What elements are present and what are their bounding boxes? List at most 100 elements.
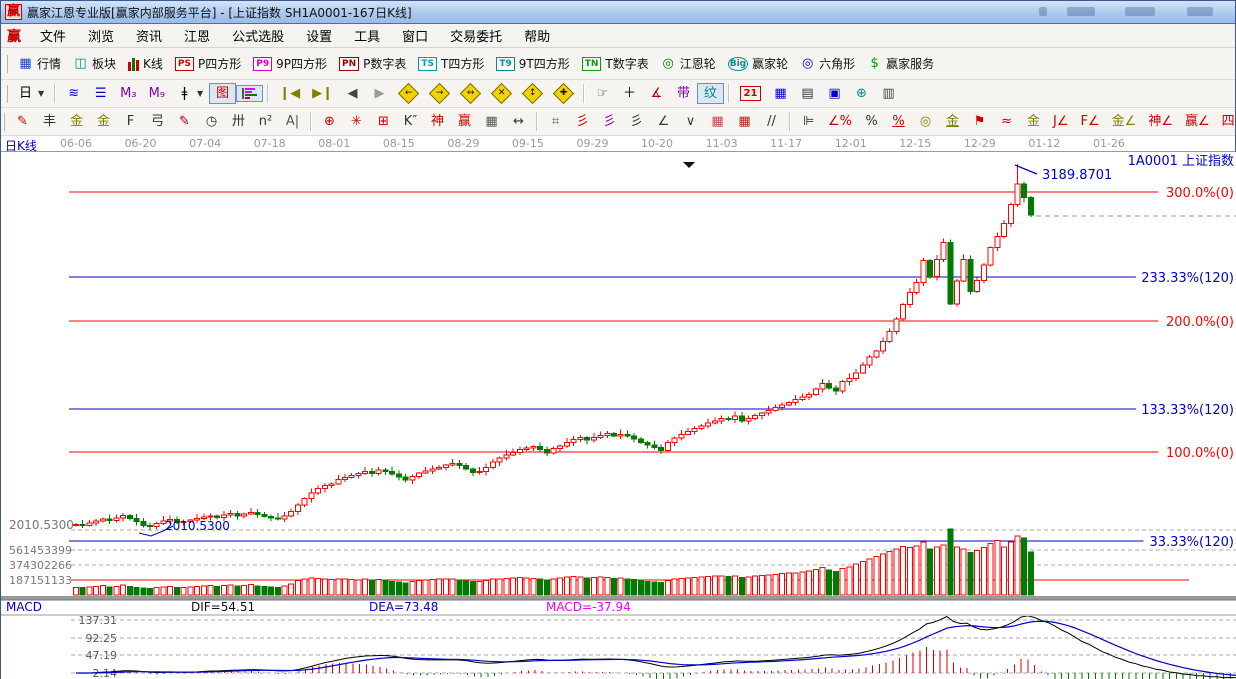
first-page-icon[interactable]: ❙◀ [273,83,306,104]
sectors-button[interactable]: ◫板块 [67,52,122,75]
scroll-marker-icon[interactable] [683,162,695,168]
comb-cycle-icon[interactable]: 卅 [225,111,252,132]
chart-canvas[interactable]: 300.0%(0)233.33%(120)200.0%(0)133.33%(12… [1,152,1236,679]
compress-icon[interactable]: ✕ [486,83,517,104]
draw-pen-icon[interactable]: ✎ [9,111,36,132]
menu-item-文件[interactable]: 文件 [29,29,77,46]
save-icon[interactable]: ▣ [821,83,848,104]
title-bar[interactable]: 赢 赢家江恩专业版[赢家内部服务平台] - [上证指数 SH1A0001-167… [1,1,1235,24]
winner-service-button[interactable]: $赢家服务 [861,52,940,75]
9p-square-button[interactable]: P99P四方形 [247,52,333,75]
menu-item-江恩[interactable]: 江恩 [173,29,221,46]
zigzag-lines-icon[interactable]: ∨ [677,111,704,132]
pattern-tool-icon[interactable]: 图 [209,83,236,104]
notes-icon[interactable]: ▤ [794,83,821,104]
t-square-button[interactable]: TST四方形 [412,52,490,75]
pan-right-icon[interactable]: → [424,83,455,104]
draw-pen2-icon[interactable]: ✎ [171,111,198,132]
percent-angle-icon[interactable]: ∠% [822,111,858,132]
menu-item-设置[interactable]: 设置 [295,29,343,46]
range-box-icon[interactable]: ⌗ [542,111,569,132]
menu-item-浏览[interactable]: 浏览 [77,29,125,46]
wave-9-icon[interactable]: M₉ [143,83,171,104]
zoom-vertical-icon[interactable]: ↕ [517,83,548,104]
red-wave-icon[interactable]: ≈ [993,111,1020,132]
red-star-icon[interactable]: ✳ [343,111,370,132]
dark-fan-box-icon[interactable]: 彡 [623,111,650,132]
zoom-out-horizontal-icon[interactable]: ↔ [455,83,486,104]
menu-item-交易委托[interactable]: 交易委托 [439,29,513,46]
slash-lines-icon[interactable]: // [758,111,785,132]
prev-page-icon[interactable]: ◀ [339,83,366,104]
percent-line-icon[interactable]: % [885,111,912,132]
shen-tool-icon[interactable]: 神 [424,111,451,132]
red-target-icon[interactable]: ⊕ [316,111,343,132]
width-measure-icon[interactable]: ↔ [505,111,532,132]
kline-button[interactable]: K线 [122,52,169,75]
info-panel-icon[interactable]: ☰ [87,83,114,104]
menu-item-公式选股[interactable]: 公式选股 [221,29,295,46]
market-quotes-button[interactable]: ▦行情 [12,52,67,75]
gold2-icon[interactable]: 金 [1020,111,1047,132]
main-chart[interactable]: 300.0%(0)233.33%(120)200.0%(0)133.33%(12… [1,152,1236,679]
n2-cycle-icon[interactable]: n² [252,111,279,132]
f-section-icon[interactable]: F [117,111,144,132]
candle-style-dropdown[interactable]: ǂ▼ [171,83,209,104]
next-page-icon[interactable]: ▶ [366,83,393,104]
wave-overlay-icon[interactable]: ≋ [60,83,87,104]
k-angle-icon[interactable]: K″ [397,111,424,132]
arc-section-icon[interactable]: 弓 [144,111,171,132]
menu-item-窗口[interactable]: 窗口 [391,29,439,46]
hand-tool-icon[interactable]: ☞ [589,83,616,104]
menu-item-工具[interactable]: 工具 [343,29,391,46]
menu-item-资讯[interactable]: 资讯 [125,29,173,46]
gold-section-icon[interactable]: 金 [63,111,90,132]
red-grid3-icon[interactable]: ▦ [731,111,758,132]
period-day-dropdown[interactable]: 日▼ [12,83,50,104]
last-page-icon[interactable]: ▶❙ [306,83,339,104]
red-grid2-icon[interactable]: ▦ [704,111,731,132]
hexagon-button[interactable]: ◎六角形 [794,52,861,75]
menu-item-帮助[interactable]: 帮助 [513,29,561,46]
red-fan-icon[interactable]: 彡 [569,111,596,132]
purple-fan-box-icon[interactable]: 彡 [596,111,623,132]
gold-angle-icon[interactable]: 金∠ [1106,111,1143,132]
gold-section2-icon[interactable]: 金 [90,111,117,132]
calendar-icon[interactable]: 21 [734,83,767,104]
t-number-table-button[interactable]: TNT数字表 [576,52,655,75]
flag-pen-icon[interactable]: ⚑ [966,111,993,132]
ying-tool-icon[interactable]: 赢 [451,111,478,132]
a-angle-icon[interactable]: A| [279,111,306,132]
pattern-match-icon[interactable]: 纹 [697,83,724,104]
web-export-icon[interactable]: ⊕ [848,83,875,104]
winner-wheel-button[interactable]: Big赢家轮 [722,52,794,75]
angle-measure-icon[interactable]: ∡ [643,83,670,104]
calculator-icon[interactable]: ▦ [767,83,794,104]
hand-tool-icon-glyph: ☞ [595,86,610,101]
gold-line-icon[interactable]: 金 [939,111,966,132]
time-cycle-icon[interactable]: ◷ [198,111,225,132]
ribbon-tool-icon[interactable]: 带 [670,83,697,104]
gann-wheel-button[interactable]: ◎江恩轮 [655,52,722,75]
angle-lines-icon[interactable]: ∠ [650,111,677,132]
p-square-button[interactable]: PSP四方形 [169,52,247,75]
si-angle-icon[interactable]: 四∠ [1216,111,1236,132]
f-angle-icon[interactable]: F∠ [1075,111,1106,132]
price-ruler-icon[interactable]: ⊫ [795,111,822,132]
volume-profile-icon[interactable] [236,85,263,102]
pan-left-icon[interactable]: ← [393,83,424,104]
9t-square-button[interactable]: T99T四方形 [490,52,575,75]
shen-angle-icon[interactable]: 神∠ [1142,111,1179,132]
grid-123-icon[interactable]: ▦ [478,111,505,132]
gold-circle-icon[interactable]: ◎ [912,111,939,132]
p-number-table-button[interactable]: PNP数字表 [333,52,412,75]
red-grid-box-icon[interactable]: ⊞ [370,111,397,132]
j-angle-icon[interactable]: J∠ [1047,111,1075,132]
crosshair-tool-icon[interactable]: ＋ [616,83,643,104]
ying-angle-icon[interactable]: 赢∠ [1179,111,1216,132]
percent-icon[interactable]: % [858,111,885,132]
wave-3-icon[interactable]: M₃ [114,83,142,104]
gann-grid-icon[interactable]: 丰 [36,111,63,132]
expand-all-icon[interactable]: ✚ [548,83,579,104]
print-icon[interactable]: ▥ [875,83,902,104]
